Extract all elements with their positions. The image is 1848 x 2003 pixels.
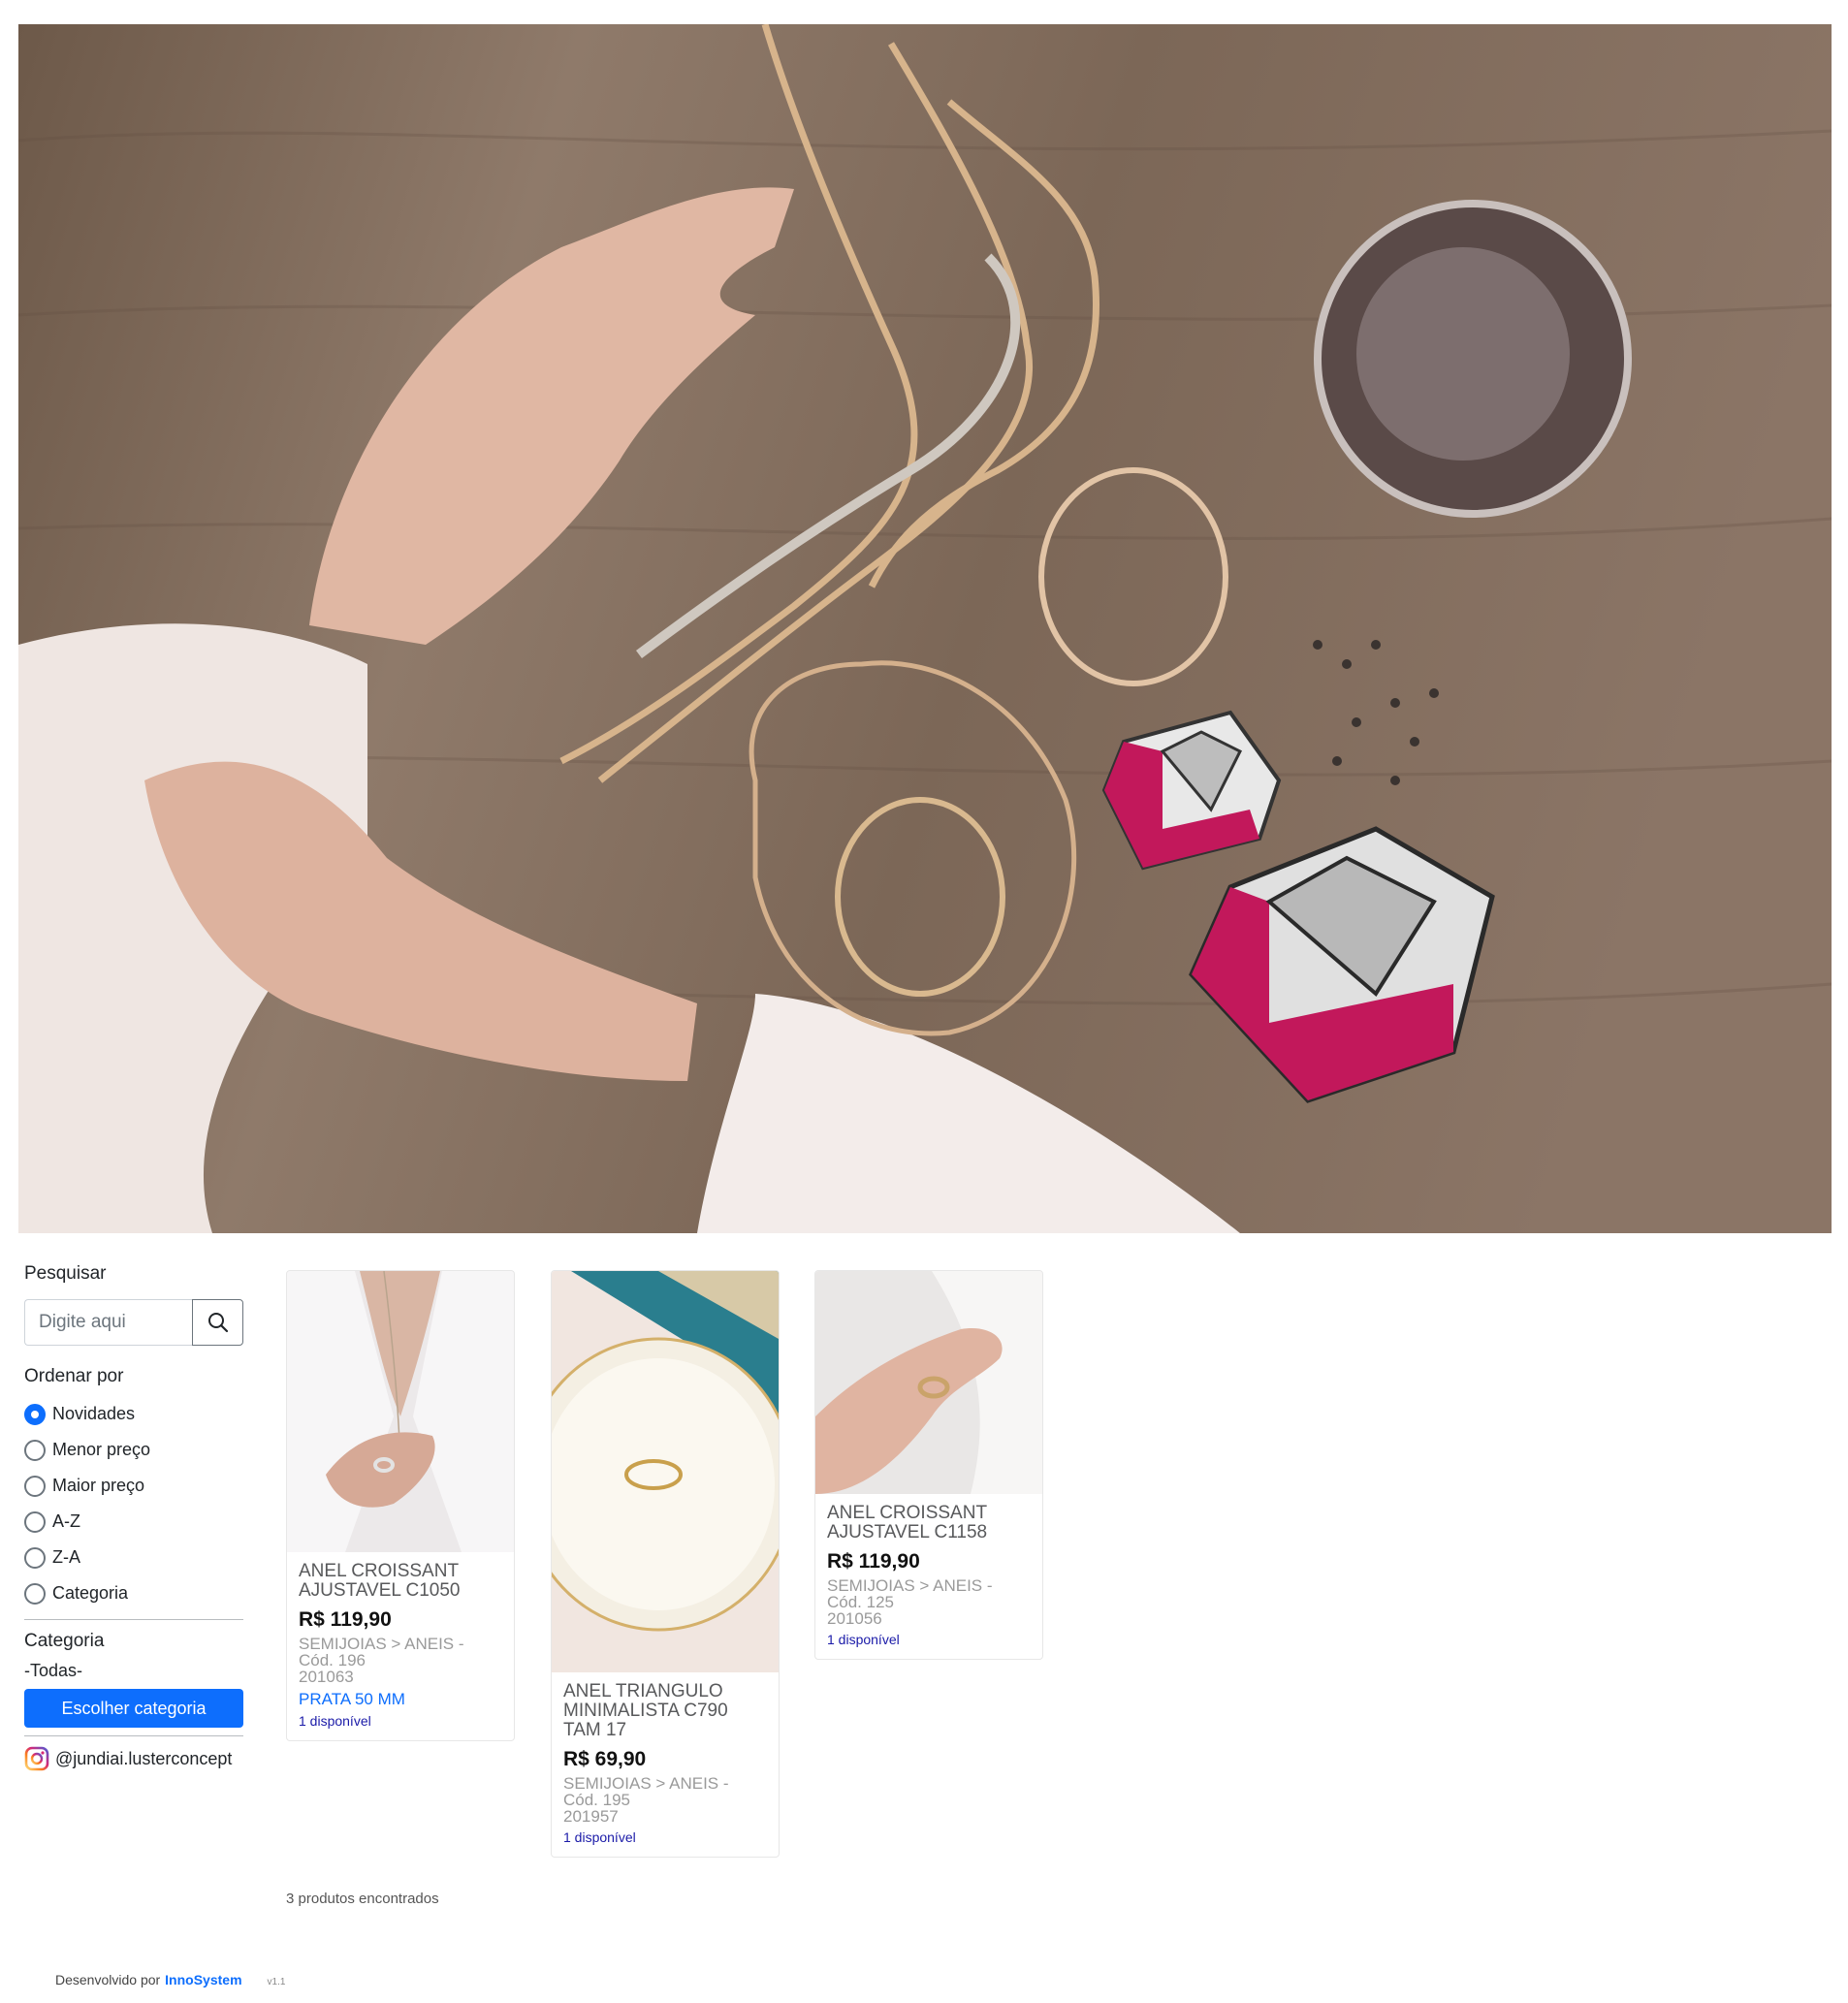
product-availability: 1 disponível <box>299 1713 371 1729</box>
search-label: Pesquisar <box>24 1263 107 1284</box>
order-option-label: Categoria <box>52 1583 129 1603</box>
choose-category-button[interactable]: Escolher categoria <box>24 1689 243 1728</box>
instagram-link[interactable]: @jundiai.lusterconcept <box>24 1746 243 1771</box>
product-image[interactable] <box>815 1271 1042 1494</box>
search-group <box>24 1299 243 1346</box>
instagram-icon <box>24 1746 49 1771</box>
product-price: R$ 119,90 <box>299 1608 392 1631</box>
product-card[interactable]: ANEL CROISSANT AJUSTAVEL C1050 R$ 119,90… <box>286 1270 515 1741</box>
radio-icon[interactable] <box>24 1582 46 1605</box>
product-title[interactable]: ANEL TRIANGULO MINIMALISTA C790 TAM 17 <box>563 1682 767 1740</box>
order-option-a-z[interactable]: A-Z <box>24 1504 243 1540</box>
radio-checked-icon[interactable] <box>24 1403 46 1425</box>
order-options: Novidades Menor preço Maior preço A-Z Z-… <box>24 1396 243 1611</box>
results-count: 3 produtos encontrados <box>286 1891 439 1907</box>
order-option-maior-preco[interactable]: Maior preço <box>24 1468 243 1504</box>
hero-banner <box>18 24 1832 1233</box>
product-price: R$ 119,90 <box>827 1550 920 1573</box>
order-option-label: Z-A <box>52 1547 80 1567</box>
product-variant: PRATA 50 MM <box>299 1690 405 1708</box>
product-card[interactable]: ANEL CROISSANT AJUSTAVEL C1158 R$ 119,90… <box>814 1270 1043 1660</box>
footer-prefix: Desenvolvido por <box>55 1972 161 1987</box>
order-option-z-a[interactable]: Z-A <box>24 1540 243 1575</box>
product-code: 201063 <box>299 1668 354 1686</box>
category-label: Categoria <box>24 1631 105 1651</box>
product-availability: 1 disponível <box>827 1632 900 1647</box>
divider <box>24 1735 243 1736</box>
instagram-handle: @jundiai.lusterconcept <box>55 1748 233 1768</box>
order-option-label: Maior preço <box>52 1476 145 1495</box>
category-value: -Todas- <box>24 1661 83 1680</box>
search-input[interactable] <box>24 1299 192 1346</box>
product-category: SEMIJOIAS > ANEIS - Cód. 125 <box>827 1576 993 1611</box>
product-code: 201957 <box>563 1807 619 1826</box>
order-option-menor-preco[interactable]: Menor preço <box>24 1432 243 1468</box>
version-label: v1.1 <box>267 1977 286 1987</box>
order-option-label: Menor preço <box>52 1440 151 1459</box>
product-category: SEMIJOIAS > ANEIS - Cód. 195 <box>563 1774 729 1809</box>
order-option-label: A-Z <box>52 1511 80 1531</box>
product-availability: 1 disponível <box>563 1829 636 1845</box>
footer-brand-link[interactable]: InnoSystem <box>165 1972 241 1987</box>
footer: Desenvolvido por InnoSystem v1.1 <box>55 1972 285 1987</box>
product-card[interactable]: ANEL TRIANGULO MINIMALISTA C790 TAM 17 R… <box>551 1270 780 1858</box>
radio-icon[interactable] <box>24 1475 46 1497</box>
order-option-label: Novidades <box>52 1404 136 1423</box>
radio-icon[interactable] <box>24 1546 46 1569</box>
radio-icon[interactable] <box>24 1510 46 1533</box>
product-image[interactable] <box>552 1271 779 1672</box>
product-title[interactable]: ANEL CROISSANT AJUSTAVEL C1050 <box>299 1562 502 1601</box>
product-price: R$ 69,90 <box>563 1748 647 1770</box>
order-option-categoria[interactable]: Categoria <box>24 1575 243 1611</box>
product-image[interactable] <box>287 1271 514 1552</box>
divider <box>24 1619 243 1620</box>
search-button[interactable] <box>192 1299 243 1346</box>
order-option-novidades[interactable]: Novidades <box>24 1396 243 1432</box>
product-code: 201056 <box>827 1609 882 1628</box>
search-icon <box>207 1313 228 1333</box>
product-title[interactable]: ANEL CROISSANT AJUSTAVEL C1158 <box>827 1504 1031 1542</box>
order-label: Ordenar por <box>24 1366 124 1386</box>
filter-sidebar: Pesquisar Ordenar por Novidades Menor pr… <box>24 1260 243 1771</box>
product-category: SEMIJOIAS > ANEIS - Cód. 196 <box>299 1635 464 1669</box>
radio-icon[interactable] <box>24 1439 46 1461</box>
